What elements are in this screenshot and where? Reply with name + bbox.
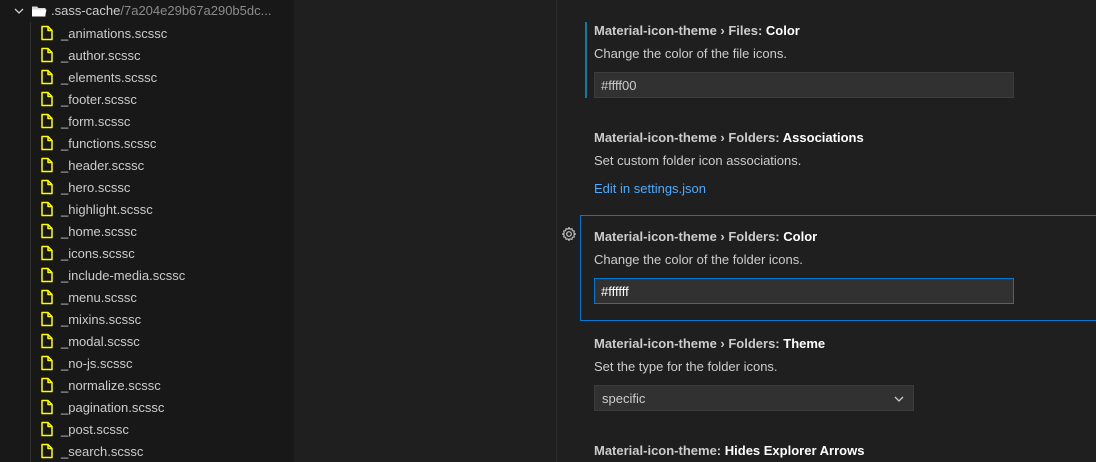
file-icon: [41, 421, 53, 437]
setting-category: Material-icon-theme › Files:: [594, 23, 766, 38]
gear-icon[interactable]: [561, 226, 577, 242]
file-icon: [41, 179, 53, 195]
folder-open-icon: [32, 6, 47, 17]
setting-key: Theme: [783, 336, 826, 351]
edit-in-settings-json-link[interactable]: Edit in settings.json: [594, 181, 706, 196]
setting-category: Material-icon-theme › Folders:: [594, 336, 784, 351]
file-icon: [41, 333, 53, 349]
setting-folders-color-title: Material-icon-theme › Folders: Color: [594, 229, 817, 244]
file-row[interactable]: _header.scssc: [0, 154, 294, 176]
setting-folders-associations-description: Set custom folder icon associations.: [594, 153, 802, 168]
setting-key: Hides Explorer Arrows: [724, 443, 865, 458]
file-row[interactable]: _home.scssc: [0, 220, 294, 242]
file-row[interactable]: _icons.scssc: [0, 242, 294, 264]
editor-empty-area: [294, 0, 556, 462]
setting-hides-explorer-arrows-title: Material-icon-theme: Hides Explorer Arro…: [594, 443, 864, 458]
file-row[interactable]: _highlight.scssc: [0, 198, 294, 220]
file-row[interactable]: _animations.scssc: [0, 22, 294, 44]
vscode-window: .sass-cache/7a204e29b67a290b5dc... _anim…: [0, 0, 1096, 462]
file-row[interactable]: _no-js.scssc: [0, 352, 294, 374]
file-name: _form.scssc: [61, 114, 131, 129]
file-name: _post.scssc: [61, 422, 129, 437]
file-name: _highlight.scssc: [61, 202, 153, 217]
folders-color-input[interactable]: [594, 278, 1014, 304]
file-name: _pagination.scssc: [61, 400, 165, 415]
file-row[interactable]: _mixins.scssc: [0, 308, 294, 330]
setting-folders-color-description: Change the color of the folder icons.: [594, 252, 803, 267]
file-name: _functions.scssc: [61, 136, 157, 151]
file-name: _menu.scssc: [61, 290, 137, 305]
setting-key: Color: [783, 229, 818, 244]
setting-folders-theme-description: Set the type for the folder icons.: [594, 359, 778, 374]
setting-folders-associations-title: Material-icon-theme › Folders: Associati…: [594, 130, 864, 145]
file-row[interactable]: _normalize.scssc: [0, 374, 294, 396]
file-icon: [41, 47, 53, 63]
chevron-down-icon[interactable]: [13, 5, 25, 17]
file-name: _icons.scssc: [61, 246, 135, 261]
file-icon: [41, 135, 53, 151]
file-name: _animations.scssc: [61, 26, 168, 41]
files-color-input[interactable]: [594, 72, 1014, 98]
folders-theme-select[interactable]: specific: [594, 385, 914, 411]
file-name: _home.scssc: [61, 224, 137, 239]
setting-category: Material-icon-theme › Folders:: [594, 229, 784, 244]
file-icon: [41, 91, 53, 107]
file-icon: [41, 201, 53, 217]
file-icon: [41, 25, 53, 41]
file-row[interactable]: _functions.scssc: [0, 132, 294, 154]
file-row[interactable]: _include-media.scssc: [0, 264, 294, 286]
setting-category: Material-icon-theme › Folders:: [594, 130, 783, 145]
file-row[interactable]: _pagination.scssc: [0, 396, 294, 418]
file-list: _animations.scssc _author.scssc _elements.…: [0, 22, 294, 462]
chevron-down-icon: [894, 396, 904, 402]
file-name: _footer.scssc: [61, 92, 137, 107]
setting-folders-theme-title: Material-icon-theme › Folders: Theme: [594, 336, 825, 351]
file-name: _include-media.scssc: [61, 268, 186, 283]
file-name: _normalize.scssc: [61, 378, 161, 393]
folders-theme-selected-value: specific: [602, 391, 646, 406]
file-name: _no-js.scssc: [61, 356, 133, 371]
setting-key: Color: [765, 23, 800, 38]
file-row[interactable]: _search.scssc: [0, 440, 294, 462]
file-name: _modal.scssc: [61, 334, 140, 349]
file-icon: [41, 245, 53, 261]
file-name: _search.scssc: [61, 444, 144, 459]
file-name: _hero.scssc: [61, 180, 131, 195]
file-icon: [41, 223, 53, 239]
file-row[interactable]: _menu.scssc: [0, 286, 294, 308]
settings-editor: Material-icon-theme › Files: Color Chang…: [557, 0, 1096, 462]
file-name: _mixins.scssc: [61, 312, 142, 327]
explorer-panel: .sass-cache/7a204e29b67a290b5dc... _anim…: [0, 0, 294, 462]
file-icon: [41, 355, 53, 371]
folder-name: .sass-cache/7a204e29b67a290b5dc...: [51, 3, 272, 18]
file-row[interactable]: _elements.scssc: [0, 66, 294, 88]
file-row[interactable]: _modal.scssc: [0, 330, 294, 352]
file-row[interactable]: _form.scssc: [0, 110, 294, 132]
file-name: _author.scssc: [61, 48, 141, 63]
setting-files-color-title: Material-icon-theme › Files: Color: [594, 23, 800, 38]
file-name: _elements.scssc: [61, 70, 158, 85]
file-row[interactable]: _author.scssc: [0, 44, 294, 66]
file-icon: [41, 399, 53, 415]
modified-indicator: [585, 22, 587, 98]
file-row[interactable]: _footer.scssc: [0, 88, 294, 110]
file-icon: [41, 69, 53, 85]
setting-key: Associations: [782, 130, 864, 145]
setting-files-color-description: Change the color of the file icons.: [594, 46, 787, 61]
file-icon: [41, 267, 53, 283]
file-icon: [41, 157, 53, 173]
setting-category: Material-icon-theme:: [594, 443, 725, 458]
file-icon: [41, 289, 53, 305]
file-icon: [41, 311, 53, 327]
file-row[interactable]: _hero.scssc: [0, 176, 294, 198]
file-row[interactable]: _post.scssc: [0, 418, 294, 440]
file-icon: [41, 443, 53, 459]
folder-row-sass-cache[interactable]: .sass-cache/7a204e29b67a290b5dc...: [0, 0, 294, 22]
file-icon: [41, 377, 53, 393]
folder-path: /7a204e29b67a290b5dc...: [120, 3, 272, 18]
file-name: _header.scssc: [61, 158, 145, 173]
file-icon: [41, 113, 53, 129]
